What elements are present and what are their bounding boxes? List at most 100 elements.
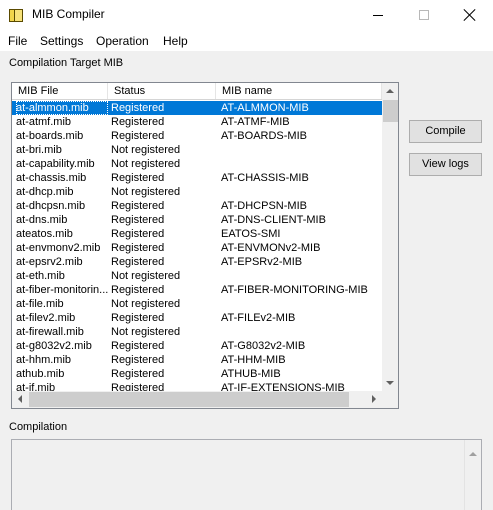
scroll-right-arrow-icon[interactable] xyxy=(372,395,376,403)
table-row[interactable]: at-fiber-monitorin... Registered AT-FIBER-… xyxy=(12,283,382,297)
vertical-scrollbar[interactable] xyxy=(382,83,398,391)
cell-mib-file: at-g8032v2.mib xyxy=(16,340,92,352)
compile-button[interactable]: Compile xyxy=(409,120,482,143)
scroll-up-arrow-icon[interactable] xyxy=(386,89,394,93)
scroll-down-arrow-icon[interactable] xyxy=(386,381,394,385)
window-title: MIB Compiler xyxy=(32,7,105,21)
cell-mib-name: AT-ATMF-MIB xyxy=(221,116,290,128)
table-row[interactable]: at-chassis.mib Registered AT-CHASSIS-MIB xyxy=(12,171,382,185)
list-header: MIB File Status MIB name xyxy=(12,83,382,100)
cell-mib-name xyxy=(221,325,381,339)
output-scrollbar[interactable] xyxy=(464,440,481,510)
cell-status: Not registered xyxy=(111,326,181,338)
cell-mib-file: at-file.mib xyxy=(16,298,64,310)
cell-mib-name: AT-ENVMONv2-MIB xyxy=(221,242,321,254)
cell-status: Not registered xyxy=(111,158,181,170)
view-logs-button[interactable]: View logs xyxy=(409,153,482,176)
cell-mib-name xyxy=(221,157,381,171)
cell-mib-name: AT-DHCPSN-MIB xyxy=(221,200,307,212)
cell-status: Registered xyxy=(111,102,165,114)
cell-mib-file: at-fiber-monitorin... xyxy=(16,284,108,296)
column-header-mib-file[interactable]: MIB File xyxy=(12,83,108,99)
cell-status: Registered xyxy=(111,214,165,226)
cell-mib-file: at-capability.mib xyxy=(16,158,95,170)
table-row[interactable]: at-file.mib Not registered xyxy=(12,297,382,311)
column-header-status[interactable]: Status xyxy=(108,83,216,99)
mib-compiler-icon xyxy=(9,8,25,23)
scroll-left-arrow-icon[interactable] xyxy=(18,395,22,403)
cell-mib-file: at-firewall.mib xyxy=(16,326,84,338)
table-row[interactable]: at-dhcp.mib Not registered xyxy=(12,185,382,199)
cell-mib-name: AT-EPSRv2-MIB xyxy=(221,256,303,268)
cell-mib-name: AT-CHASSIS-MIB xyxy=(221,172,309,184)
cell-mib-file: at-bri.mib xyxy=(16,144,62,156)
table-row[interactable]: at-boards.mib Registered AT-BOARDS-MIB xyxy=(12,129,382,143)
cell-mib-name: AT-HHM-MIB xyxy=(221,354,286,366)
menu-help[interactable]: Help xyxy=(163,34,188,48)
table-row[interactable]: at-bri.mib Not registered xyxy=(12,143,382,157)
menu-settings[interactable]: Settings xyxy=(40,34,83,48)
table-row[interactable]: at-dns.mib Registered AT-DNS-CLIENT-MIB xyxy=(12,213,382,227)
cell-mib-file: ateatos.mib xyxy=(16,228,73,240)
table-row[interactable]: at-epsrv2.mib Registered AT-EPSRv2-MIB xyxy=(12,255,382,269)
table-row[interactable]: at-hhm.mib Registered AT-HHM-MIB xyxy=(12,353,382,367)
cell-mib-file: at-if.mib xyxy=(16,382,56,391)
cell-status: Not registered xyxy=(111,186,181,198)
compilation-output[interactable] xyxy=(11,439,482,510)
compilation-label: Compilation xyxy=(9,421,68,433)
horizontal-scroll-thumb[interactable] xyxy=(29,392,349,407)
table-row[interactable]: at-almmon.mib Registered AT-ALMMON-MIB xyxy=(12,101,382,115)
table-row[interactable]: at-capability.mib Not registered xyxy=(12,157,382,171)
cell-mib-file: athub.mib xyxy=(16,368,65,380)
table-row[interactable]: at-firewall.mib Not registered xyxy=(12,325,382,339)
vertical-scroll-thumb[interactable] xyxy=(383,100,398,122)
menu-bar: File Settings Operation Help xyxy=(0,31,493,51)
output-scroll-up-arrow-icon[interactable] xyxy=(469,452,477,456)
compilation-target-label: Compilation Target MIB xyxy=(9,57,124,69)
cell-status: Registered xyxy=(111,256,165,268)
minimize-button[interactable] xyxy=(355,0,401,30)
cell-status: Registered xyxy=(111,368,165,380)
column-header-mib-name[interactable]: MIB name xyxy=(216,83,382,99)
cell-mib-file: at-almmon.mib xyxy=(16,101,108,115)
cell-mib-name xyxy=(221,185,381,199)
cell-mib-file: at-epsrv2.mib xyxy=(16,256,83,268)
horizontal-scrollbar[interactable] xyxy=(12,391,382,408)
maximize-button[interactable] xyxy=(401,0,447,30)
cell-status: Registered xyxy=(111,312,165,324)
table-row[interactable]: ateatos.mib Registered EATOS-SMI xyxy=(12,227,382,241)
cell-status: Registered xyxy=(111,228,165,240)
cell-status: Not registered xyxy=(111,144,181,156)
table-row[interactable]: at-g8032v2.mib Registered AT-G8032v2-MIB xyxy=(12,339,382,353)
table-row[interactable]: at-atmf.mib Registered AT-ATMF-MIB xyxy=(12,115,382,129)
minimize-icon xyxy=(373,14,383,16)
close-button[interactable] xyxy=(447,0,493,30)
cell-mib-file: at-atmf.mib xyxy=(16,116,72,128)
cell-status: Registered xyxy=(111,172,165,184)
table-row[interactable]: at-eth.mib Not registered xyxy=(12,269,382,283)
menu-operation[interactable]: Operation xyxy=(96,34,149,48)
cell-mib-name: AT-FILEv2-MIB xyxy=(221,312,296,324)
list-rows: at-almmon.mib Registered AT-ALMMON-MIB at-a… xyxy=(12,101,382,391)
cell-mib-file: at-envmonv2.mib xyxy=(16,242,101,254)
table-row[interactable]: at-dhcpsn.mib Registered AT-DHCPSN-MIB xyxy=(12,199,382,213)
cell-mib-name: AT-G8032v2-MIB xyxy=(221,340,306,352)
title-bar: MIB Compiler xyxy=(0,0,493,31)
cell-mib-file: at-boards.mib xyxy=(16,130,84,142)
cell-status: Registered xyxy=(111,130,165,142)
table-row[interactable]: athub.mib Registered ATHUB-MIB xyxy=(12,367,382,381)
cell-mib-name: AT-IF-EXTENSIONS-MIB xyxy=(221,382,345,391)
cell-mib-name xyxy=(221,143,381,157)
cell-status: Registered xyxy=(111,242,165,254)
table-row[interactable]: at-filev2.mib Registered AT-FILEv2-MIB xyxy=(12,311,382,325)
menu-file[interactable]: File xyxy=(8,34,27,48)
maximize-icon xyxy=(419,10,429,20)
cell-status: Registered xyxy=(111,354,165,366)
mib-list[interactable]: MIB File Status MIB name at-almmon.mib Re… xyxy=(11,82,399,409)
close-icon xyxy=(464,9,476,21)
cell-status: Registered xyxy=(111,340,165,352)
cell-mib-file: at-eth.mib xyxy=(16,270,65,282)
cell-mib-name: AT-ALMMON-MIB xyxy=(221,102,309,114)
table-row[interactable]: at-envmonv2.mib Registered AT-ENVMONv2-MIB xyxy=(12,241,382,255)
table-row[interactable]: at-if.mib Registered AT-IF-EXTENSIONS-MIB xyxy=(12,381,382,391)
